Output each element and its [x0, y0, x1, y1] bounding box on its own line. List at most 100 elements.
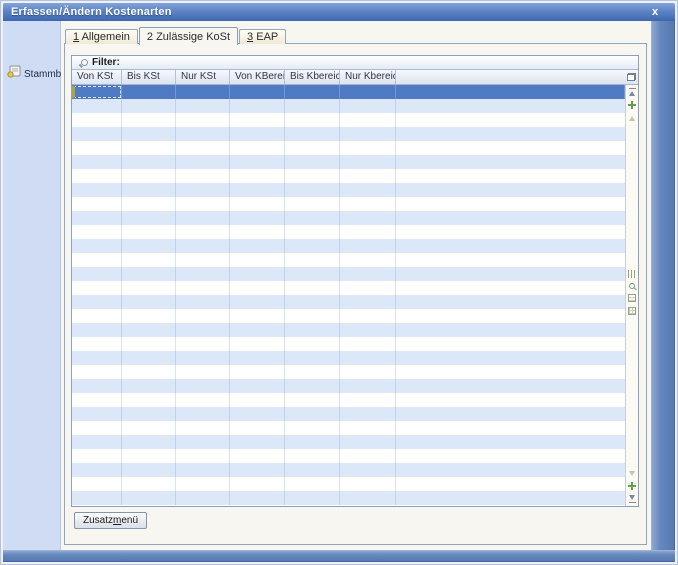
grid-cell[interactable]	[122, 127, 176, 141]
table-row[interactable]	[72, 183, 625, 197]
grid-cell[interactable]	[72, 211, 122, 225]
grid-cell[interactable]	[230, 197, 285, 211]
grid-cell[interactable]	[122, 337, 176, 351]
grid-cell[interactable]	[340, 309, 396, 323]
grid-cell[interactable]	[176, 197, 230, 211]
table-row[interactable]	[72, 477, 625, 491]
table-row[interactable]	[72, 449, 625, 463]
grid-cell[interactable]	[122, 141, 176, 155]
column-header[interactable]: Bis KSt	[122, 70, 176, 84]
grid-cell[interactable]	[285, 323, 340, 337]
grid-cell[interactable]	[230, 211, 285, 225]
grid-cell[interactable]	[72, 491, 122, 505]
table-row[interactable]	[72, 295, 625, 309]
close-icon[interactable]: x	[647, 5, 663, 19]
table-row[interactable]	[72, 253, 625, 267]
grid-cell[interactable]	[72, 99, 122, 113]
grid-cell[interactable]	[176, 267, 230, 281]
table-row[interactable]	[72, 127, 625, 141]
grid-cell[interactable]	[72, 295, 122, 309]
grid-cell[interactable]	[176, 421, 230, 435]
grid-cell[interactable]	[285, 267, 340, 281]
grid-cell[interactable]	[285, 477, 340, 491]
grid-cell[interactable]	[285, 309, 340, 323]
grid-cell[interactable]	[72, 113, 122, 127]
grid-cell[interactable]	[72, 85, 122, 99]
grid-cell[interactable]	[72, 183, 122, 197]
grid-cell[interactable]	[176, 85, 230, 99]
grid-cell[interactable]	[340, 393, 396, 407]
grid-cell[interactable]	[176, 393, 230, 407]
grid-cell[interactable]	[230, 477, 285, 491]
grid-cell[interactable]	[72, 407, 122, 421]
column-chooser-button[interactable]	[624, 70, 638, 84]
grid-cell[interactable]	[340, 407, 396, 421]
grid-cell[interactable]	[230, 225, 285, 239]
grid-cell[interactable]	[285, 449, 340, 463]
grid-cell[interactable]	[340, 435, 396, 449]
table-row[interactable]	[72, 99, 625, 113]
grid-cell[interactable]	[285, 113, 340, 127]
grid-cell[interactable]	[230, 239, 285, 253]
grid-cell[interactable]	[340, 477, 396, 491]
table-row[interactable]	[72, 463, 625, 477]
zusatzmenu-button[interactable]: Zusatzmenü	[74, 512, 147, 529]
grid-cell[interactable]	[285, 85, 340, 99]
grid-cell[interactable]	[340, 169, 396, 183]
grid-cell[interactable]	[230, 99, 285, 113]
grid-cell[interactable]	[176, 407, 230, 421]
grid-cell[interactable]	[176, 239, 230, 253]
grid-cell[interactable]	[230, 491, 285, 505]
grid-cell[interactable]	[230, 393, 285, 407]
table-row[interactable]	[72, 351, 625, 365]
grid-cell[interactable]	[72, 253, 122, 267]
grid-cell[interactable]	[176, 365, 230, 379]
grid-cell[interactable]	[122, 155, 176, 169]
list-rows-icon[interactable]	[628, 294, 636, 302]
grid-cell[interactable]	[340, 127, 396, 141]
table-row[interactable]	[72, 169, 625, 183]
grid-cell[interactable]	[285, 365, 340, 379]
grid-cell[interactable]	[176, 491, 230, 505]
grid-cell[interactable]	[340, 449, 396, 463]
grid-cell[interactable]	[176, 309, 230, 323]
grid-cell[interactable]	[285, 337, 340, 351]
grid-cell[interactable]	[340, 323, 396, 337]
grid-cell[interactable]	[230, 323, 285, 337]
grid-cell[interactable]	[340, 99, 396, 113]
grid-cell[interactable]	[176, 463, 230, 477]
grid-cell[interactable]	[72, 365, 122, 379]
table-row[interactable]	[72, 155, 625, 169]
grid-cell[interactable]	[176, 435, 230, 449]
grid-cell[interactable]	[176, 127, 230, 141]
grid-cell[interactable]	[340, 225, 396, 239]
grid-cell[interactable]	[176, 337, 230, 351]
grid-cell[interactable]	[340, 379, 396, 393]
grid-cell[interactable]	[230, 435, 285, 449]
grid-cell[interactable]	[122, 435, 176, 449]
grid-cell[interactable]	[285, 421, 340, 435]
grid-cell[interactable]	[340, 253, 396, 267]
grid-cell[interactable]	[340, 113, 396, 127]
table-row[interactable]	[72, 239, 625, 253]
grid-cell[interactable]	[340, 267, 396, 281]
grid-cell[interactable]	[176, 477, 230, 491]
grid-cell[interactable]	[285, 407, 340, 421]
grid-cell[interactable]	[285, 435, 340, 449]
grid-cell[interactable]	[72, 435, 122, 449]
grid-cell[interactable]	[72, 379, 122, 393]
grid-cell[interactable]	[122, 253, 176, 267]
table-row[interactable]	[72, 225, 625, 239]
grid-cell[interactable]	[230, 421, 285, 435]
table-row[interactable]	[72, 113, 625, 127]
title-bar[interactable]: Erfassen/Ändern Kostenarten x	[3, 3, 675, 21]
table-row[interactable]	[72, 323, 625, 337]
grid-cell[interactable]	[122, 85, 176, 99]
grid-cell[interactable]	[285, 379, 340, 393]
grid-cell[interactable]	[122, 323, 176, 337]
grid-cell[interactable]	[122, 421, 176, 435]
grid-cell[interactable]	[176, 323, 230, 337]
grid-cell[interactable]	[122, 225, 176, 239]
grid-cell[interactable]	[176, 281, 230, 295]
table-row[interactable]	[72, 435, 625, 449]
